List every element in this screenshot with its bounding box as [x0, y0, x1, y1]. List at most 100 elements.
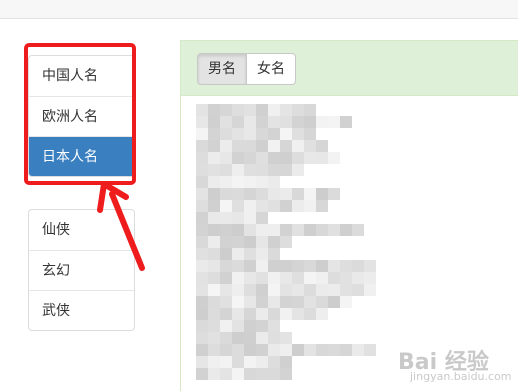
mosaic-cell	[316, 284, 328, 296]
mosaic-cell	[256, 212, 268, 224]
mosaic-cell	[232, 356, 244, 368]
male-names-button[interactable]: 男名	[197, 53, 247, 85]
mosaic-cell	[256, 284, 268, 296]
mosaic-cell	[232, 152, 244, 164]
mosaic-cell	[244, 344, 256, 356]
mosaic-cell	[328, 152, 340, 164]
mosaic-cell	[364, 272, 376, 284]
mosaic-cell	[256, 296, 268, 308]
mosaic-cell	[232, 308, 244, 320]
mosaic-cell	[280, 368, 292, 380]
mosaic-cell	[304, 116, 316, 128]
mosaic-cell	[328, 224, 340, 236]
list-item-xuanhuan[interactable]: 玄幻	[29, 250, 134, 290]
mosaic-cell	[196, 284, 208, 296]
mosaic-cell	[268, 308, 280, 320]
mosaic-cell	[268, 152, 280, 164]
mosaic-cell	[268, 116, 280, 128]
mosaic-cell	[220, 368, 232, 380]
mosaic-cell	[292, 224, 304, 236]
mosaic-cell	[208, 152, 220, 164]
mosaic-cell	[208, 332, 220, 344]
female-names-button[interactable]: 女名	[247, 53, 296, 85]
mosaic-cell	[268, 260, 280, 272]
mosaic-cell	[268, 176, 280, 188]
mosaic-cell	[304, 260, 316, 272]
mosaic-cell	[304, 200, 316, 212]
mosaic-cell	[340, 224, 352, 236]
mosaic-cell	[292, 116, 304, 128]
mosaic-cell	[244, 296, 256, 308]
mosaic-cell	[208, 272, 220, 284]
mosaic-cell	[220, 344, 232, 356]
mosaic-cell	[280, 308, 292, 320]
mosaic-cell	[208, 176, 220, 188]
mosaic-cell	[232, 344, 244, 356]
mosaic-cell	[220, 200, 232, 212]
mosaic-cell	[316, 152, 328, 164]
mosaic-cell	[280, 152, 292, 164]
mosaic-cell	[196, 176, 208, 188]
mosaic-cell	[232, 236, 244, 248]
mosaic-cell	[232, 212, 244, 224]
mosaic-cell	[328, 296, 340, 308]
mosaic-cell	[280, 284, 292, 296]
list-item-chinese-names[interactable]: 中国人名	[29, 56, 134, 96]
mosaic-cell	[280, 332, 292, 344]
mosaic-cell	[340, 296, 352, 308]
mosaic-cell	[304, 152, 316, 164]
mosaic-cell	[256, 248, 268, 260]
mosaic-cell	[328, 284, 340, 296]
mosaic-cell	[196, 272, 208, 284]
mosaic-cell	[220, 212, 232, 224]
mosaic-cell	[268, 332, 280, 344]
mosaic-cell	[304, 284, 316, 296]
mosaic-cell	[220, 308, 232, 320]
list-item-japanese-names[interactable]: 日本人名	[29, 136, 134, 176]
mosaic-cell	[256, 140, 268, 152]
name-category-list: 中国人名 欧洲人名 日本人名	[28, 55, 135, 177]
mosaic-cell	[220, 128, 232, 140]
mosaic-cell	[292, 128, 304, 140]
mosaic-cell	[220, 224, 232, 236]
mosaic-cell	[292, 284, 304, 296]
mosaic-cell	[304, 224, 316, 236]
list-item-xianxia[interactable]: 仙侠	[29, 210, 134, 250]
mosaic-cell	[208, 224, 220, 236]
mosaic-cell	[304, 344, 316, 356]
mosaic-cell	[208, 104, 220, 116]
mosaic-cell	[196, 248, 208, 260]
mosaic-cell	[316, 224, 328, 236]
mosaic-cell	[304, 188, 316, 200]
mosaic-cell	[232, 176, 244, 188]
mosaic-cell	[244, 368, 256, 380]
mosaic-cell	[232, 272, 244, 284]
watermark-url: jingyan.baidu.com	[410, 370, 512, 383]
mosaic-cell	[220, 332, 232, 344]
mosaic-cell	[256, 356, 268, 368]
mosaic-cell	[220, 284, 232, 296]
mosaic-cell	[316, 344, 328, 356]
mosaic-cell	[232, 188, 244, 200]
list-item-wuxia[interactable]: 武侠	[29, 290, 134, 330]
gender-toggle: 男名 女名	[197, 53, 296, 85]
mosaic-cell	[280, 128, 292, 140]
mosaic-cell	[208, 248, 220, 260]
mosaic-cell	[244, 188, 256, 200]
mosaic-cell	[220, 320, 232, 332]
mosaic-cell	[268, 284, 280, 296]
mosaic-cell	[232, 164, 244, 176]
mosaic-cell	[256, 344, 268, 356]
mosaic-cell	[316, 200, 328, 212]
mosaic-cell	[232, 224, 244, 236]
mosaic-cell	[208, 320, 220, 332]
mosaic-cell	[364, 344, 376, 356]
mosaic-cell	[208, 212, 220, 224]
mosaic-cell	[256, 128, 268, 140]
mosaic-cell	[220, 116, 232, 128]
mosaic-cell	[280, 344, 292, 356]
mosaic-cell	[256, 332, 268, 344]
list-item-european-names[interactable]: 欧洲人名	[29, 96, 134, 136]
mosaic-cell	[244, 212, 256, 224]
baidu-watermark: Bai 经验 jingyan.baidu.com	[398, 344, 512, 383]
